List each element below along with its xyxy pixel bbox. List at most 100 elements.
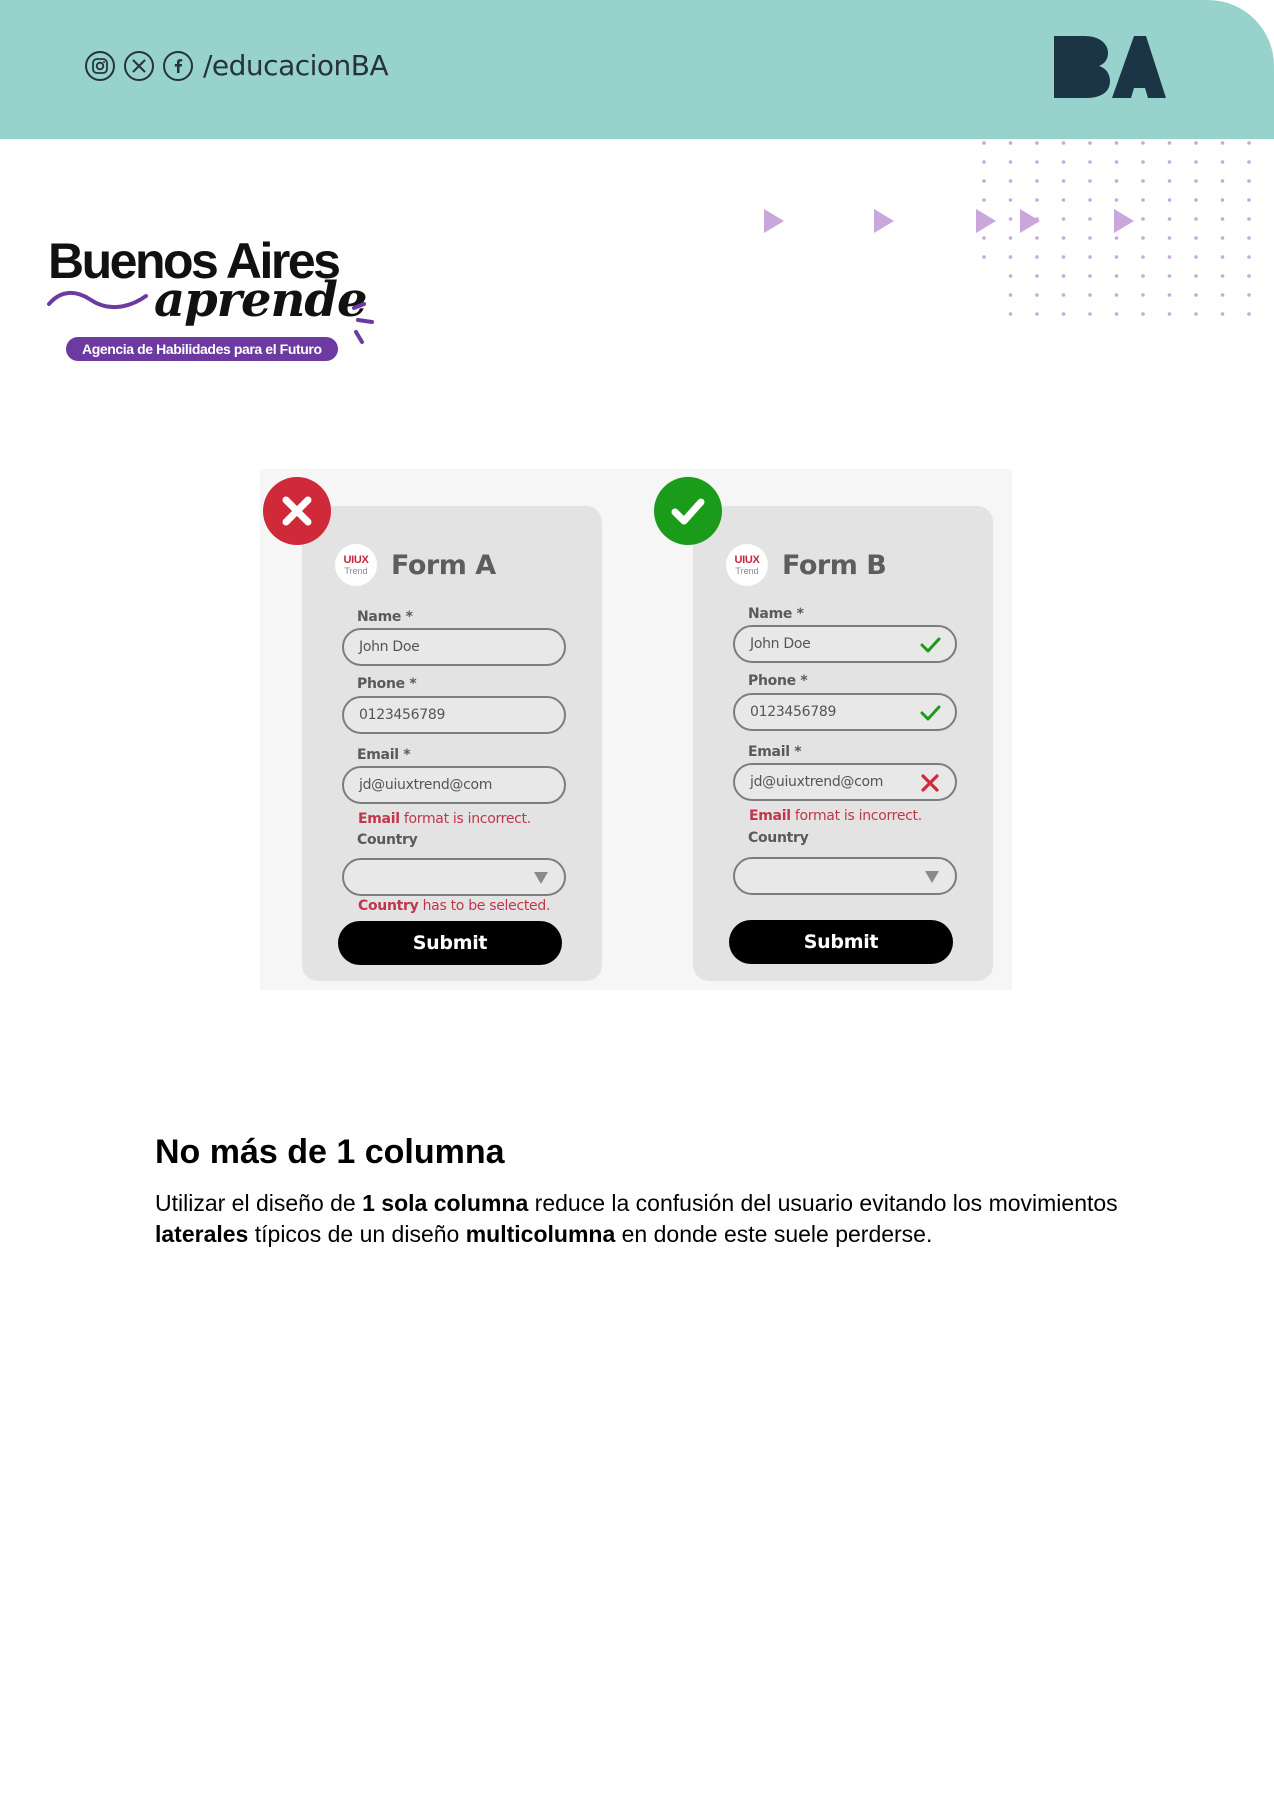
email-label: Email * xyxy=(748,744,802,760)
decor-dot xyxy=(1088,236,1092,240)
decor-dot xyxy=(982,198,986,202)
decor-dot xyxy=(1088,160,1092,164)
decor-dot xyxy=(1008,198,1013,202)
email-error: Email format is incorrect. xyxy=(749,808,922,824)
email-label: Email * xyxy=(357,747,411,763)
instagram-icon[interactable] xyxy=(85,50,115,81)
decor-dot xyxy=(1141,236,1145,240)
brand-tagline: Agencia de Habilidades para el Futuro xyxy=(66,337,338,361)
name-value: John Doe xyxy=(359,639,420,655)
decor-dot xyxy=(1061,312,1066,316)
country-error-field: Country xyxy=(358,898,419,914)
decor-dot xyxy=(1061,160,1066,164)
name-label: Name * xyxy=(748,606,804,622)
decor-dot xyxy=(1114,255,1119,259)
decor-dot xyxy=(1008,255,1013,259)
email-input[interactable]: jd@uiuxtrend@com xyxy=(342,766,566,804)
chevron-down-icon xyxy=(534,872,548,884)
decor-dot xyxy=(1008,217,1013,221)
facebook-icon[interactable] xyxy=(163,50,193,81)
decor-dot xyxy=(1061,179,1066,183)
decorative-dots-arrows xyxy=(764,141,1251,316)
social-links: /educacionBA xyxy=(85,49,389,82)
decor-dot xyxy=(1088,198,1092,202)
country-error: Country has to be selected. xyxy=(358,898,550,914)
incorrect-badge xyxy=(263,477,331,545)
x-icon[interactable] xyxy=(124,50,154,81)
email-error-field: Email xyxy=(358,811,400,827)
decor-dot xyxy=(1061,198,1066,202)
decor-dot xyxy=(1141,198,1145,202)
body-bold-1: 1 sola columna xyxy=(362,1190,529,1216)
decor-dot xyxy=(1167,198,1172,202)
decor-dot xyxy=(1167,236,1172,240)
decor-dot xyxy=(1167,255,1172,259)
ba-logo xyxy=(1054,36,1166,98)
decor-dot xyxy=(1008,236,1013,240)
decor-arrow xyxy=(1020,209,1040,233)
email-input[interactable]: jd@uiuxtrend@com xyxy=(733,763,957,801)
uiux-trend-logo: UIUX Trend xyxy=(335,544,377,586)
decor-dot xyxy=(1088,217,1092,221)
decor-dot xyxy=(1220,179,1225,183)
decor-dot xyxy=(982,255,986,259)
logo-line1: UIUX xyxy=(734,553,760,566)
decor-arrow xyxy=(1114,209,1134,233)
decor-dot xyxy=(1247,236,1251,240)
logo-line2: Trend xyxy=(735,565,759,576)
form-title: Form B xyxy=(782,549,887,581)
decor-dot xyxy=(1167,274,1172,278)
submit-button[interactable]: Submit xyxy=(729,920,953,964)
header-band: /educacionBA xyxy=(0,0,1274,139)
decor-dot xyxy=(1220,217,1225,221)
decor-dot xyxy=(1114,274,1119,278)
social-handle[interactable]: /educacionBA xyxy=(203,49,389,82)
decor-dot xyxy=(1247,293,1251,297)
close-icon xyxy=(282,496,312,526)
submit-button[interactable]: Submit xyxy=(338,921,562,965)
name-input[interactable]: John Doe xyxy=(733,625,957,663)
brand-script: aprende xyxy=(154,272,367,328)
decor-dot xyxy=(1247,255,1251,259)
decor-dot xyxy=(1194,293,1198,297)
decor-dot xyxy=(1035,255,1039,259)
decor-dot xyxy=(1008,293,1013,297)
decor-dot xyxy=(982,160,986,164)
decor-arrow xyxy=(764,209,784,233)
decor-dot xyxy=(1114,236,1119,240)
email-value: jd@uiuxtrend@com xyxy=(750,774,884,790)
decor-dot xyxy=(1035,160,1039,164)
phone-input[interactable]: 0123456789 xyxy=(342,696,566,734)
decor-dot xyxy=(1167,179,1172,183)
decor-dot xyxy=(1035,274,1039,278)
country-select[interactable] xyxy=(733,857,957,895)
decor-dot xyxy=(1061,255,1066,259)
decor-dot xyxy=(1035,312,1039,316)
name-input[interactable]: John Doe xyxy=(342,628,566,666)
decor-arrow xyxy=(874,209,894,233)
phone-label: Phone * xyxy=(748,673,808,689)
decor-dot xyxy=(1035,293,1039,297)
decor-dot xyxy=(1088,179,1092,183)
buenos-aires-aprende-logo: Buenos Aires aprende Agencia de Habilida… xyxy=(46,236,386,366)
decor-dot xyxy=(1194,312,1198,316)
decor-dot xyxy=(1141,179,1145,183)
logo-line2: Trend xyxy=(344,565,368,576)
decor-dot xyxy=(1194,217,1198,221)
check-icon xyxy=(671,498,705,525)
decor-dot xyxy=(1008,141,1013,145)
decor-dot xyxy=(1247,141,1251,145)
phone-value: 0123456789 xyxy=(359,707,446,723)
decor-dot xyxy=(1247,312,1251,316)
phone-input[interactable]: 0123456789 xyxy=(733,693,957,731)
decor-dot xyxy=(1220,255,1225,259)
country-select[interactable] xyxy=(342,858,566,896)
decor-dot xyxy=(1008,312,1013,316)
section-title: No más de 1 columna xyxy=(155,1133,505,1171)
correct-badge xyxy=(654,477,722,545)
name-label: Name * xyxy=(357,609,413,625)
body-text-1: Utilizar el diseño de xyxy=(155,1190,363,1216)
logo-line1: UIUX xyxy=(343,553,369,566)
decor-dot xyxy=(1194,236,1198,240)
decor-dot xyxy=(1114,293,1119,297)
